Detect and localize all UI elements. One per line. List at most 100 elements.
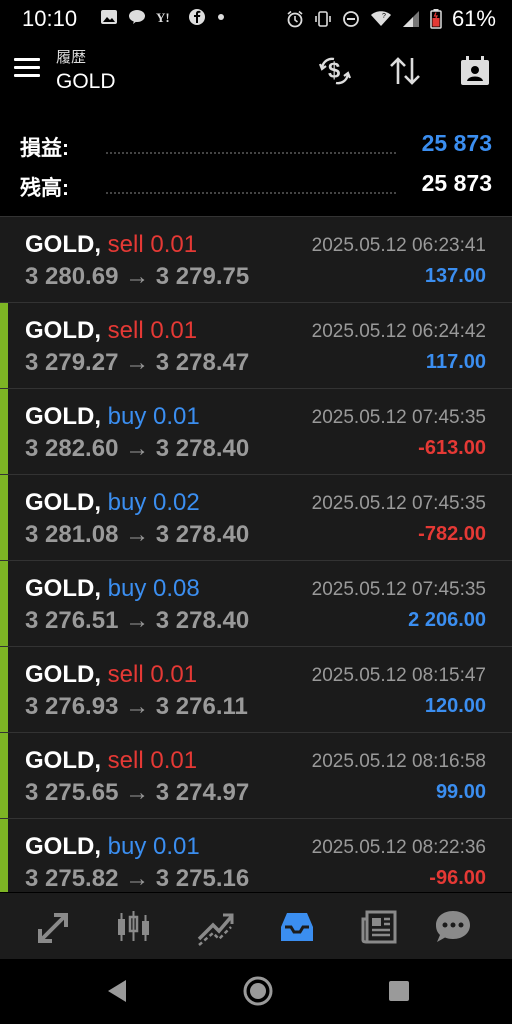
- inbox-icon[interactable]: [277, 907, 317, 947]
- calendar-user-icon[interactable]: [458, 54, 492, 88]
- trade-row[interactable]: GOLD, sell 0.01 3 275.65 → 3 274.97 2025…: [0, 732, 512, 819]
- trade-accent-bar: [0, 647, 8, 733]
- bottom-navigation: [0, 893, 512, 959]
- trade-time: 2025.05.12 08:16:58: [311, 751, 486, 772]
- profit-label: 損益:: [20, 137, 69, 160]
- trade-time: 2025.05.12 06:23:41: [311, 235, 486, 256]
- dnd-icon: [343, 11, 359, 27]
- page-subtitle: 履歴: [56, 49, 87, 66]
- trade-prices: 3 280.69 → 3 279.75: [25, 263, 250, 290]
- trade-symbol: GOLD, buy 0.08: [25, 575, 200, 602]
- battery-icon: [430, 9, 442, 29]
- trade-prices: 3 276.51 → 3 278.40: [25, 607, 250, 634]
- trade-time: 2025.05.12 08:15:47: [311, 665, 486, 686]
- trade-type: buy 0.02: [107, 489, 200, 516]
- trade-row[interactable]: GOLD, buy 0.08 3 276.51 → 3 278.40 2025.…: [0, 560, 512, 647]
- trade-profit: -613.00: [418, 437, 486, 459]
- trade-profit: 120.00: [424, 695, 486, 717]
- alarm-icon: [287, 10, 303, 28]
- facebook-icon: [189, 9, 205, 25]
- trade-symbol: GOLD, buy 0.01: [25, 403, 200, 430]
- back-icon[interactable]: [104, 977, 130, 1005]
- home-icon[interactable]: [242, 975, 274, 1007]
- trade-accent-bar: [0, 819, 8, 892]
- trade-time: 2025.05.12 07:45:35: [311, 407, 486, 428]
- trade-profit: 117.00: [425, 351, 486, 373]
- trade-symbol: GOLD, sell 0.01: [25, 231, 198, 258]
- account-summary: 損益: 25 873 残高: 25 873: [0, 118, 512, 214]
- trade-symbol: GOLD, buy 0.01: [25, 833, 200, 860]
- trade-prices: 3 275.82 → 3 275.16: [25, 865, 250, 892]
- trade-history-list: GOLD, sell 0.01 3 280.69 → 3 279.75 2025…: [0, 216, 512, 892]
- status-bar: 10:10 Y! ? 61%: [0, 0, 512, 36]
- trade-profit: -96.00: [429, 867, 486, 889]
- sort-icon[interactable]: [388, 54, 422, 88]
- line-icon: [129, 10, 145, 24]
- trade-row[interactable]: GOLD, sell 0.01 3 276.93 → 3 276.11 2025…: [0, 646, 512, 733]
- wifi-icon: ?: [370, 11, 391, 26]
- candlestick-icon[interactable]: [113, 907, 153, 947]
- app-bar: 履歴 GOLD $: [0, 36, 512, 106]
- trade-row[interactable]: GOLD, buy 0.01 3 282.60 → 3 278.40 2025.…: [0, 388, 512, 475]
- quotes-icon[interactable]: [32, 907, 72, 947]
- trade-type: buy 0.01: [107, 833, 200, 860]
- trend-icon[interactable]: [195, 907, 235, 947]
- balance-label: 残高:: [20, 177, 69, 200]
- trade-type: sell 0.01: [107, 317, 198, 344]
- yahoo-icon: Y!: [156, 10, 170, 25]
- news-icon[interactable]: [360, 907, 400, 947]
- svg-text:?: ?: [382, 13, 386, 20]
- vibrate-icon: [315, 11, 331, 27]
- balance-value: 25 873: [421, 170, 492, 196]
- trade-time: 2025.05.12 06:24:42: [311, 321, 486, 342]
- trade-accent-bar: [0, 561, 8, 647]
- trade-row[interactable]: GOLD, sell 0.01 3 280.69 → 3 279.75 2025…: [0, 216, 512, 303]
- trade-row[interactable]: GOLD, buy 0.01 3 275.82 → 3 275.16 2025.…: [0, 818, 512, 892]
- svg-text:Y!: Y!: [156, 10, 170, 25]
- signal-icon: [402, 11, 419, 27]
- status-notification-icons: Y!: [100, 8, 226, 26]
- dotted-leader: [106, 152, 396, 154]
- menu-icon[interactable]: [14, 58, 40, 80]
- trade-time: 2025.05.12 07:45:35: [311, 579, 486, 600]
- trade-accent-bar: [0, 475, 8, 561]
- trade-prices: 3 276.93 → 3 276.11: [25, 693, 248, 720]
- balance-row: 残高: 25 873: [0, 164, 512, 204]
- trade-type: buy 0.01: [107, 403, 200, 430]
- trade-type: buy 0.08: [107, 575, 200, 602]
- status-system-icons: ? 61%: [286, 6, 496, 32]
- trade-type: sell 0.01: [107, 747, 198, 774]
- dotted-leader: [106, 192, 396, 194]
- profit-row: 損益: 25 873: [0, 124, 512, 164]
- trade-symbol: GOLD, sell 0.01: [25, 317, 198, 344]
- status-time: 10:10: [22, 6, 78, 31]
- trade-symbol: GOLD, sell 0.01: [25, 747, 198, 774]
- gallery-icon: [101, 10, 117, 24]
- trade-prices: 3 279.27 → 3 278.47: [25, 349, 250, 376]
- trade-profit: -782.00: [418, 523, 486, 545]
- trade-prices: 3 282.60 → 3 278.40: [25, 435, 250, 462]
- trade-profit: 137.00: [424, 265, 486, 287]
- trade-prices: 3 281.08 → 3 278.40: [25, 521, 250, 548]
- trade-profit: 99.00: [435, 781, 486, 803]
- profit-value: 25 873: [421, 130, 492, 156]
- chat-icon[interactable]: [433, 907, 473, 947]
- trade-row[interactable]: GOLD, buy 0.02 3 281.08 → 3 278.40 2025.…: [0, 474, 512, 561]
- trade-symbol: GOLD, buy 0.02: [25, 489, 200, 516]
- trade-accent-bar: [0, 733, 8, 819]
- page-title: GOLD: [56, 70, 116, 93]
- trade-time: 2025.05.12 08:22:36: [311, 837, 486, 858]
- trade-symbol: GOLD, sell 0.01: [25, 661, 198, 688]
- trade-row[interactable]: GOLD, sell 0.01 3 279.27 → 3 278.47 2025…: [0, 302, 512, 389]
- trade-accent-bar: [0, 389, 8, 475]
- battery-percent: 61%: [451, 6, 496, 31]
- trade-time: 2025.05.12 07:45:35: [311, 493, 486, 514]
- trade-accent-bar: [0, 303, 8, 389]
- system-navigation-bar: [0, 959, 512, 1024]
- trade-prices: 3 275.65 → 3 274.97: [25, 779, 250, 806]
- svg-text:$: $: [328, 58, 340, 83]
- dot-icon: [218, 14, 224, 20]
- recents-icon[interactable]: [387, 979, 411, 1003]
- trade-profit: 2 206.00: [408, 609, 486, 631]
- currency-exchange-icon[interactable]: $: [318, 54, 352, 88]
